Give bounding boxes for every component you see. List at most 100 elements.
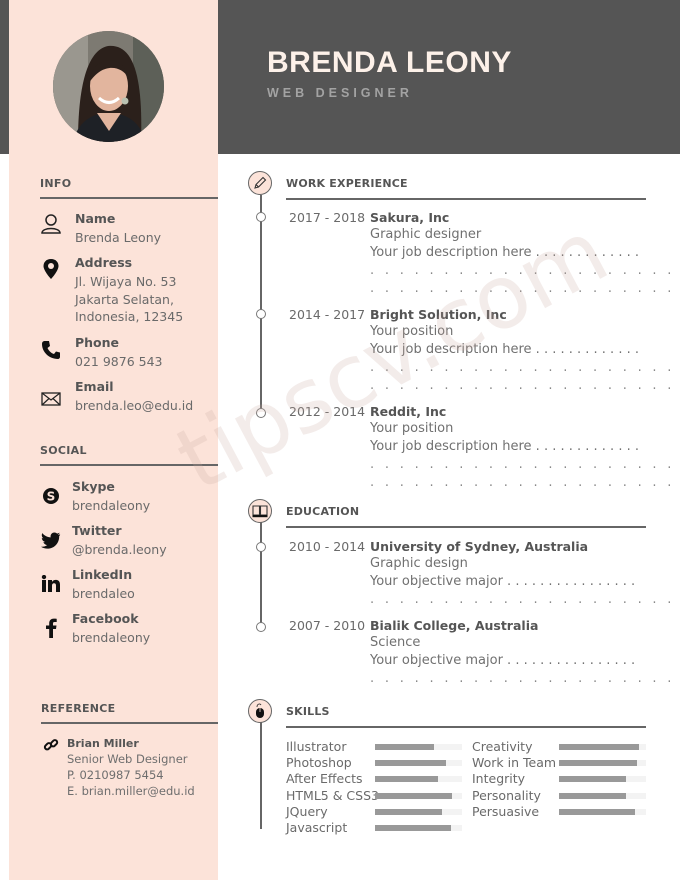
timeline-dot [256, 542, 266, 552]
work-description: Your job description here . . . . . . . … [370, 439, 639, 454]
work-position: Your position [370, 324, 454, 339]
info-divider [40, 197, 218, 199]
skill-bar-track [559, 760, 646, 767]
reference-email[interactable]: E. brian.miller@edu.id [67, 784, 195, 798]
dotted-line: . . . . . . . . . . . . . . . . . . . . … [370, 671, 680, 686]
reference-name: Brian Miller [67, 737, 139, 750]
info-phone: Phone 021 9876 543 [40, 335, 215, 375]
work-divider [286, 198, 646, 200]
skill-bar-fill [375, 744, 435, 750]
education-years: 2010 - 2014 [289, 539, 366, 554]
skill-name: JQuery [286, 803, 328, 819]
work-position: Your position [370, 421, 454, 436]
social-title: SOCIAL [40, 444, 87, 457]
skype-value: brendaleony [72, 498, 151, 513]
work-company: Bright Solution, Inc [370, 307, 507, 322]
info-phone-value: 021 9876 543 [75, 354, 163, 369]
info-email: Email brenda.leo@edu.id [40, 379, 215, 419]
education-field: Graphic design [370, 556, 468, 571]
skill-name: Persuasive [472, 803, 540, 819]
skill-bar-track [375, 776, 462, 783]
skill-bar-track [559, 776, 646, 783]
work-position: Graphic designer [370, 227, 482, 242]
dotted-line: . . . . . . . . . . . . . . . . . . . . … [370, 263, 680, 278]
skill-row: After Effects [286, 771, 465, 787]
skill-bar-fill [559, 760, 638, 767]
skill-bar-fill [375, 792, 452, 799]
skill-bar-track [375, 744, 462, 750]
dotted-line: . . . . . . . . . . . . . . . . . . . . … [370, 592, 680, 607]
work-years: 2017 - 2018 [289, 210, 366, 225]
dotted-line: . . . . . . . . . . . . . . . . . . . . … [370, 378, 680, 393]
info-title: INFO [40, 177, 72, 190]
education-years: 2007 - 2010 [289, 618, 366, 633]
skill-bar-track [375, 825, 462, 831]
info-name-value: Brenda Leony [75, 230, 162, 245]
skill-bar-fill [375, 760, 447, 767]
skills-timeline [260, 722, 262, 829]
skill-row: HTML5 & CSS3 [286, 788, 465, 804]
info-address: Address Jl. Wijaya No. 53 Jakarta Selata… [40, 255, 215, 327]
skype-icon: S [40, 485, 62, 507]
work-years: 2012 - 2014 [289, 404, 366, 419]
skill-row: Javascript [286, 820, 465, 836]
facebook-value: brendaleony [72, 630, 151, 645]
timeline-dot [256, 309, 266, 319]
social-facebook[interactable]: Facebook brendaleony [40, 611, 215, 651]
education-title: EDUCATION [286, 505, 360, 518]
twitter-label: Twitter [72, 523, 122, 538]
skill-bar-fill [375, 808, 442, 815]
skill-name: Illustrator [286, 739, 347, 754]
dotted-line: . . . . . . . . . . . . . . . . . . . . … [370, 457, 680, 472]
info-name: Name Brenda Leony [40, 211, 215, 251]
link-icon [43, 737, 59, 757]
candidate-name: BRENDA LEONY [267, 46, 512, 79]
skill-name: Work in Team [472, 755, 557, 771]
skill-row: Illustrator [286, 739, 465, 755]
social-skype[interactable]: S Skype brendaleony [40, 479, 215, 519]
info-address-line-3: Indonesia, 12345 [75, 309, 184, 324]
skill-name: HTML5 & CSS3 [286, 787, 379, 803]
svg-text:S: S [47, 490, 56, 504]
candidate-role: WEB DESIGNER [267, 86, 413, 100]
work-description: Your job description here . . . . . . . … [370, 342, 639, 357]
education-divider [286, 526, 646, 528]
info-name-label: Name [75, 211, 116, 226]
info-email-value[interactable]: brenda.leo@edu.id [75, 397, 193, 415]
reference-title: REFERENCE [41, 702, 116, 715]
twitter-value: @brenda.leony [72, 542, 167, 557]
user-icon [40, 213, 62, 235]
education-school: University of Sydney, Australia [370, 539, 589, 554]
skills-title: SKILLS [286, 705, 330, 718]
skill-name: After Effects [286, 771, 363, 787]
dotted-line: . . . . . . . . . . . . . . . . . . . . … [370, 281, 680, 296]
envelope-icon [40, 388, 62, 410]
work-company: Reddit, Inc [370, 404, 447, 419]
social-twitter[interactable]: Twitter @brenda.leony [40, 523, 215, 563]
linkedin-value: brendaleo [72, 586, 135, 601]
skill-row: Creativity [472, 739, 649, 755]
skill-bar-fill [559, 776, 626, 783]
reference-divider [41, 722, 218, 724]
info-address-line-2: Jakarta Selatan, [75, 291, 174, 307]
skill-bar-track [559, 744, 646, 750]
social-linkedin[interactable]: LinkedIn brendaleo [40, 567, 215, 607]
skill-row: Persuasive [472, 804, 649, 820]
skill-bar-fill [559, 744, 640, 750]
info-address-label: Address [75, 255, 133, 270]
skill-name: Javascript [286, 820, 348, 835]
skill-bar-fill [559, 792, 626, 799]
info-email-label: Email [75, 379, 114, 394]
reference-phone: P. 0210987 5454 [67, 768, 164, 782]
education-description: Your objective major . . . . . . . . . .… [370, 653, 636, 668]
dotted-line: . . . . . . . . . . . . . . . . . . . . … [370, 360, 680, 375]
book-icon [248, 499, 272, 523]
skill-bar-track [375, 792, 462, 799]
phone-icon [40, 339, 62, 361]
skill-row: Integrity [472, 771, 649, 787]
info-address-line-1: Jl. Wijaya No. 53 [75, 274, 177, 289]
mouse-icon [248, 699, 272, 723]
profile-photo [53, 31, 164, 142]
skill-bar-track [375, 760, 462, 767]
skill-bar-track [559, 792, 646, 799]
